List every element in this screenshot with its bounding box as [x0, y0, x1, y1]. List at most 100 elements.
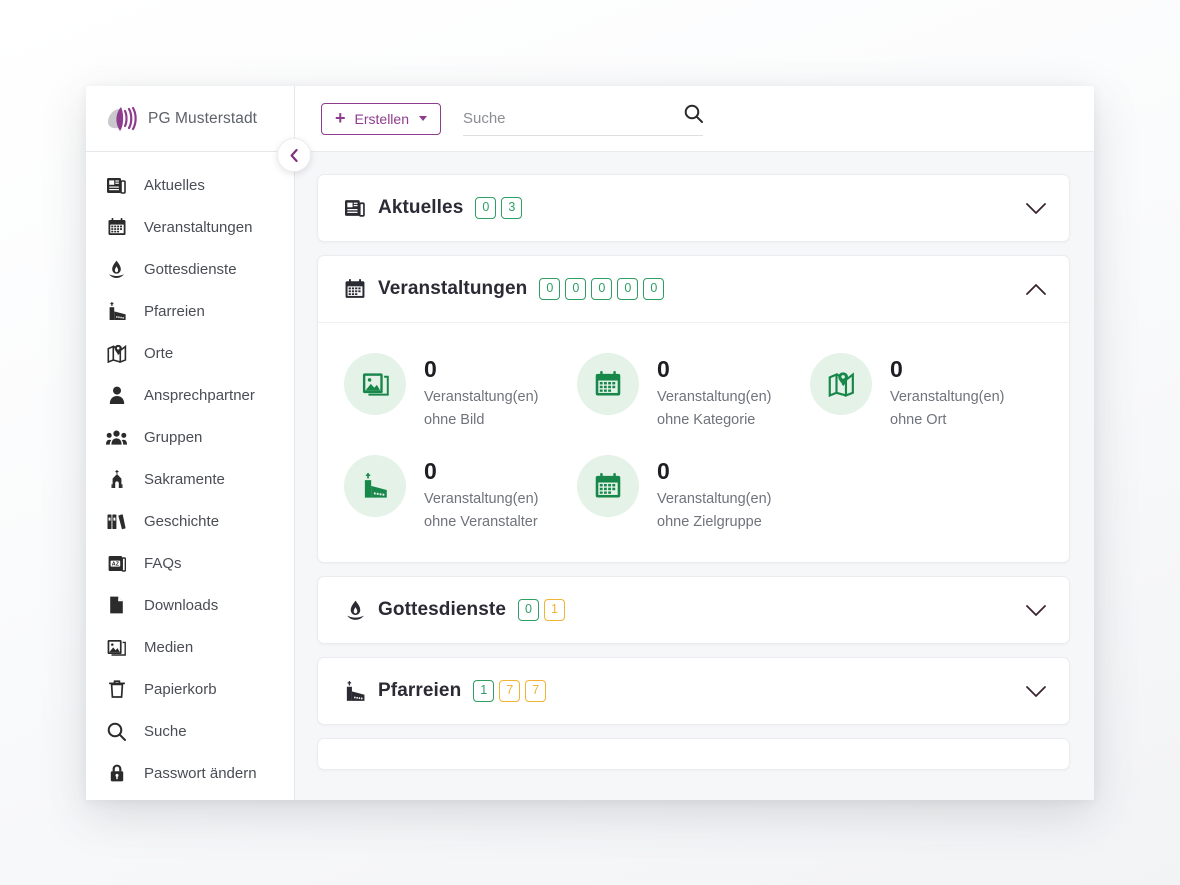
sidebar-item-label: Orte: [144, 344, 174, 362]
calendar-icon: [106, 217, 127, 238]
sidebar-item-label: Papierkorb: [144, 680, 217, 698]
sidebar-item-pfarreien[interactable]: Pfarreien: [86, 290, 294, 332]
stat-value: 0: [424, 356, 437, 382]
sidebar-item-label: Gruppen: [144, 428, 203, 446]
status-badge: 0: [591, 278, 613, 300]
create-button[interactable]: + Erstellen: [321, 102, 441, 135]
map-pin-icon: [810, 353, 872, 415]
sidebar-item-aktuelles[interactable]: Aktuelles: [86, 164, 294, 206]
sidebar-item-gruppen[interactable]: Gruppen: [86, 416, 294, 458]
accordion-header-aktuelles[interactable]: Aktuelles 0 3: [318, 175, 1069, 241]
brand-name: PG Musterstadt: [148, 109, 258, 127]
section-title: Veranstaltungen: [378, 278, 528, 299]
caret-down-icon: [418, 116, 427, 121]
lock-icon: [106, 763, 127, 784]
sidebar-item-suche[interactable]: Suche: [86, 710, 294, 752]
section-aktuelles: Aktuelles 0 3: [317, 174, 1070, 242]
accordion-header-veranstaltungen[interactable]: Veranstaltungen 0 0 0 0 0: [318, 256, 1069, 322]
svg-text:AZ: AZ: [111, 561, 119, 567]
sidebar-collapse-toggle[interactable]: [277, 138, 311, 172]
calendar-icon: [577, 454, 639, 517]
church-icon: [106, 301, 127, 322]
status-badge: 0: [643, 278, 665, 300]
sound-wave-logo: [104, 104, 138, 134]
sidebar-item-label: Medien: [144, 638, 194, 656]
sidebar-item-downloads[interactable]: Downloads: [86, 584, 294, 626]
badge-group: 0 1: [518, 599, 565, 622]
stat-grid: 0 Veranstaltung(en) ohne Bild 0 Veransta…: [344, 353, 1043, 534]
accordion-header-pfarreien[interactable]: Pfarreien 1 7 7: [318, 658, 1069, 724]
section-title: Aktuelles: [378, 197, 464, 218]
people-group-icon: [106, 427, 127, 448]
church-icon: [344, 680, 366, 702]
stat-ohne-bild: 0 Veranstaltung(en) ohne Bild: [344, 353, 577, 433]
stat-label: Veranstaltung(en) ohne Bild: [424, 389, 539, 429]
badge-group: 1 7 7: [473, 680, 547, 703]
stat-ohne-ort: 0 Veranstaltung(en) ohne Ort: [810, 353, 1043, 433]
image-icon: [344, 353, 406, 415]
stat-label: Veranstaltung(en) ohne Veranstalter: [424, 490, 539, 530]
chapel-icon: [106, 469, 127, 490]
status-badge: 1: [544, 599, 565, 622]
calendar-icon: [577, 353, 639, 415]
badge-group: 0 0 0 0 0: [539, 278, 665, 300]
search-input[interactable]: [462, 109, 703, 127]
section-title: Gottesdienste: [378, 599, 506, 621]
books-icon: [106, 511, 127, 532]
sidebar-item-geschichte[interactable]: Geschichte: [86, 500, 294, 542]
map-pin-icon: [106, 343, 127, 364]
sidebar-item-sakramente[interactable]: Sakramente: [86, 458, 294, 500]
stat-value: 0: [424, 457, 437, 484]
section-gottesdienste: Gottesdienste 0 1: [317, 576, 1070, 645]
section-next-partial[interactable]: [317, 738, 1070, 771]
plus-icon: +: [335, 108, 346, 128]
image-icon: [106, 637, 127, 658]
person-icon: [106, 385, 127, 406]
stat-ohne-kategorie: 0 Veranstaltung(en) ohne Kategorie: [577, 353, 810, 433]
newspaper-icon: [106, 175, 127, 196]
stat-value: 0: [890, 356, 903, 382]
sidebar-item-medien[interactable]: Medien: [86, 626, 294, 668]
file-icon: [106, 595, 127, 616]
status-badge: 3: [501, 197, 523, 219]
create-button-label: Erstellen: [354, 110, 409, 127]
sidebar-nav: Aktuelles Veranstaltungen Gottesdienste …: [86, 152, 294, 794]
chevron-down-icon[interactable]: [1025, 202, 1047, 215]
chevron-left-icon: [288, 148, 301, 163]
az-book-icon: AZ: [106, 553, 127, 574]
church-icon: [344, 454, 406, 517]
search-icon[interactable]: [684, 104, 703, 128]
search-field[interactable]: [462, 101, 703, 136]
topbar: + Erstellen: [295, 86, 1094, 152]
accordion-body-veranstaltungen: 0 Veranstaltung(en) ohne Bild 0 Veransta…: [318, 322, 1069, 562]
sidebar-item-label: Sakramente: [144, 470, 225, 488]
sidebar-item-gottesdienste[interactable]: Gottesdienste: [86, 248, 294, 290]
newspaper-icon: [344, 197, 366, 219]
sidebar-item-ansprechpartner[interactable]: Ansprechpartner: [86, 374, 294, 416]
chevron-down-icon[interactable]: [1025, 604, 1047, 617]
sidebar-item-papierkorb[interactable]: Papierkorb: [86, 668, 294, 710]
dashboard-content: Aktuelles 0 3 Veranstaltungen 0 0 0 0 0 …: [295, 152, 1094, 800]
sidebar-item-label: FAQs: [144, 554, 182, 572]
section-title: Pfarreien: [378, 680, 462, 702]
sidebar-item-orte[interactable]: Orte: [86, 332, 294, 374]
status-badge: 0: [565, 278, 587, 300]
status-badge: 0: [539, 278, 561, 300]
stat-ohne-veranstalter: 0 Veranstaltung(en) ohne Veranstalter: [344, 454, 577, 535]
app-window: PG Musterstadt Aktuelles Veranstaltungen: [86, 86, 1094, 800]
status-badge: 0: [617, 278, 639, 300]
sidebar-item-label: Geschichte: [144, 512, 220, 530]
stat-label: Veranstaltung(en) ohne Zielgruppe: [657, 490, 772, 530]
sidebar-item-label: Gottesdienste: [144, 260, 237, 278]
status-badge: 0: [475, 197, 497, 219]
sidebar-item-label: Passwort ändern: [144, 764, 257, 782]
chevron-down-icon[interactable]: [1025, 685, 1047, 698]
accordion-header-gottesdienste[interactable]: Gottesdienste 0 1: [318, 577, 1069, 643]
chevron-up-icon[interactable]: [1025, 283, 1047, 296]
sidebar-item-faqs[interactable]: AZ FAQs: [86, 542, 294, 584]
sidebar-item-veranstaltungen[interactable]: Veranstaltungen: [86, 206, 294, 248]
badge-group: 0 3: [475, 197, 523, 219]
stat-label: Veranstaltung(en) ohne Ort: [890, 389, 1005, 429]
sidebar-item-passwort-aendern[interactable]: Passwort ändern: [86, 752, 294, 794]
brand-header[interactable]: PG Musterstadt: [86, 86, 294, 152]
